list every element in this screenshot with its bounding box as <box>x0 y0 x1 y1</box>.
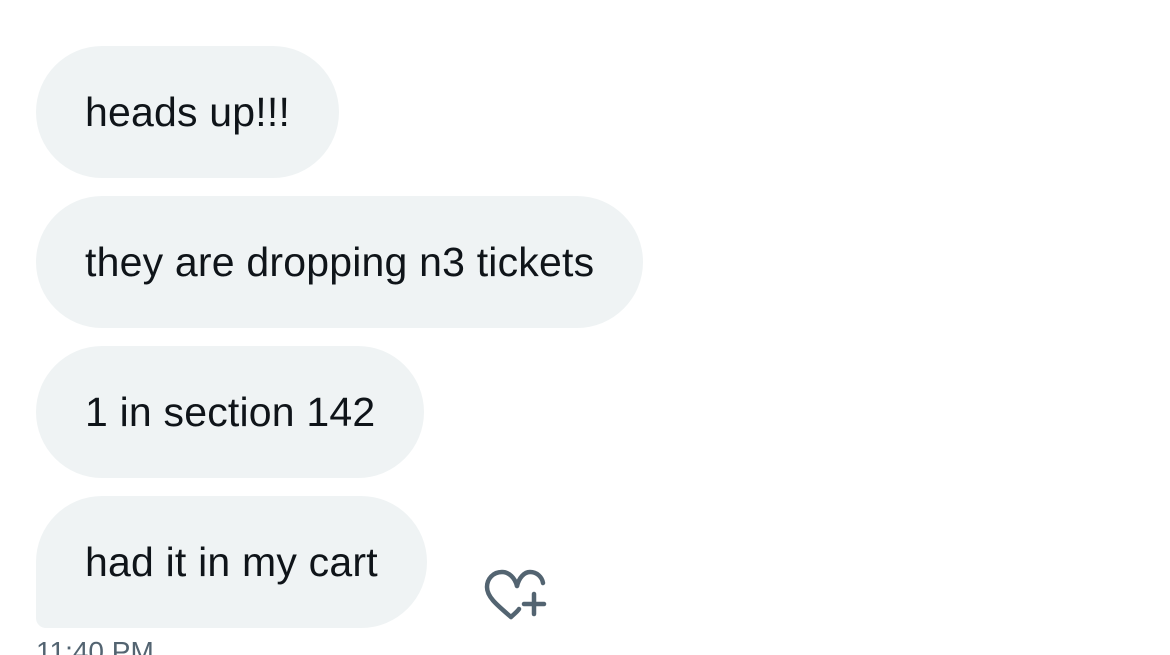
message-text: 1 in section 142 <box>85 388 376 435</box>
add-reaction-button[interactable] <box>478 560 550 622</box>
message-text: heads up!!! <box>85 88 291 135</box>
message-bubble[interactable]: 1 in section 142 <box>36 346 425 478</box>
message-bubble[interactable]: they are dropping n3 tickets <box>36 196 644 328</box>
message-timestamp: 11:40 PM <box>36 636 154 655</box>
message-thread: heads up!!! they are dropping n3 tickets… <box>0 0 1170 655</box>
message-bubble[interactable]: heads up!!! <box>36 46 340 178</box>
message-text: they are dropping n3 tickets <box>85 238 595 285</box>
message-bubble[interactable]: had it in my cart <box>36 496 427 628</box>
heart-plus-icon <box>484 569 547 620</box>
message-text: had it in my cart <box>85 538 378 585</box>
